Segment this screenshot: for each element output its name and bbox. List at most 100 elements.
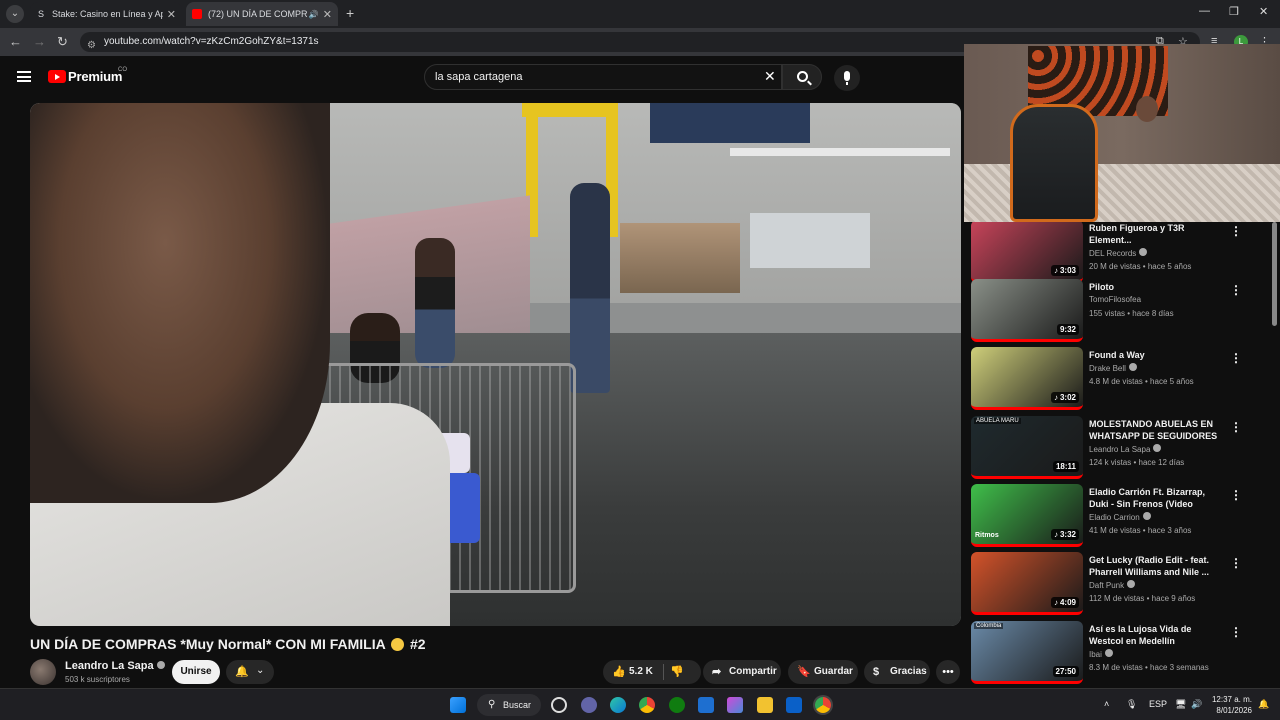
recommendation-title[interactable]: Ruben Figueroa y T3R Element... <box>1089 222 1225 246</box>
channel-name-text[interactable]: Leandro La Sapa <box>65 660 154 672</box>
more-options-icon[interactable]: ⋮ <box>1230 224 1242 238</box>
notifications-icon[interactable]: 🔔 <box>1258 699 1269 710</box>
channel-name[interactable]: Leandro La Sapa <box>65 660 165 672</box>
back-icon[interactable]: ← <box>9 34 22 49</box>
taskbar-search[interactable]: ⚲ Buscar <box>477 694 541 716</box>
recommendation-channel[interactable]: Daft Punk <box>1089 580 1136 590</box>
recommendation-item[interactable]: ♪ 3:02 Found a Way Drake Bell 4.8 M de vista… <box>964 347 1280 411</box>
video-thumbnail[interactable]: Ritmos ♪ 3:32 <box>971 484 1083 547</box>
copilot-icon[interactable] <box>727 697 743 713</box>
recommendation-title[interactable]: Eladio Carrión Ft. Bizarrap, Duki - Sin … <box>1089 486 1225 510</box>
channel-text[interactable]: Daft Punk <box>1089 581 1124 590</box>
channel-avatar[interactable] <box>30 659 56 685</box>
thanks-button[interactable]: $ Gracias <box>864 660 930 684</box>
channel-text[interactable]: Eladio Carrion <box>1089 513 1140 522</box>
recommendation-item[interactable]: ♪ 3:03 Ruben Figueroa y T3R Element... DEL … <box>964 222 1280 284</box>
video-player[interactable] <box>30 103 961 626</box>
recommendation-channel[interactable]: Drake Bell <box>1089 363 1137 373</box>
file-explorer-icon[interactable] <box>757 697 773 713</box>
recommendation-title[interactable]: Found a Way <box>1089 349 1225 361</box>
forward-icon[interactable]: → <box>33 34 46 49</box>
channel-text[interactable]: Ibai <box>1089 650 1102 659</box>
volume-icon[interactable]: 🔊 <box>1191 699 1202 710</box>
video-thumbnail[interactable]: Colombia 27:50 <box>971 621 1083 684</box>
share-button[interactable]: ➦ Compartir <box>703 660 781 684</box>
channel-text[interactable]: Leandro La Sapa <box>1089 445 1150 454</box>
store-icon[interactable] <box>786 697 802 713</box>
video-thumbnail[interactable]: ABUELA MARU 18:11 <box>971 416 1083 479</box>
windows-start-icon[interactable] <box>450 697 466 713</box>
sidebar-scrollbar[interactable] <box>1272 222 1277 326</box>
tray-chevron-up-icon[interactable]: ˄ <box>1104 699 1109 709</box>
search-input[interactable]: la sapa cartagena <box>424 64 782 90</box>
channel-text[interactable]: DEL Records <box>1089 249 1136 258</box>
tab-stake[interactable]: S Stake: Casino en Línea y Apues ✕ <box>30 2 182 26</box>
task-view-icon[interactable] <box>551 697 567 713</box>
recommendation-channel[interactable]: DEL Records <box>1089 248 1148 258</box>
network-icon[interactable]: 🖥 <box>1175 699 1186 710</box>
recommendation-item[interactable]: 9:32 Piloto TomoFilosofea 155 vistas • hace… <box>964 279 1280 343</box>
edge-icon[interactable] <box>610 697 626 713</box>
more-options-icon[interactable]: ⋮ <box>1230 420 1242 434</box>
more-options-icon[interactable]: ⋮ <box>1230 283 1242 297</box>
audio-icon[interactable]: 🔊 <box>309 10 319 19</box>
save-button[interactable]: 🔖 Guardar <box>788 660 858 684</box>
recommendation-title[interactable]: MOLESTANDO ABUELAS EN WHATSAPP DE SEGUID… <box>1089 418 1225 442</box>
thumbs-down-icon[interactable]: 👎 <box>670 660 684 684</box>
recommendation-channel[interactable]: TomoFilosofea <box>1089 295 1141 304</box>
clear-search-icon[interactable]: ✕ <box>764 68 776 85</box>
recommendation-title[interactable]: Get Lucky (Radio Edit - feat. Pharrell W… <box>1089 554 1225 578</box>
notification-bell-button[interactable]: 🔔 ⌄ <box>226 660 274 684</box>
windows-taskbar: ⚲ Buscar ˄ 🎙 ESP 🖥 🔊 12:37 a. m. 8/01/20… <box>0 688 1280 720</box>
recommendation-item[interactable]: Colombia 27:50 Así es la Lujosa Vida de We… <box>964 621 1280 685</box>
hamburger-menu-icon[interactable] <box>17 71 31 82</box>
restore-icon[interactable]: ❐ <box>1229 5 1239 18</box>
recommendation-channel[interactable]: Ibai <box>1089 649 1113 659</box>
photos-icon[interactable] <box>698 697 714 713</box>
recommendation-channel[interactable]: Eladio Carrion <box>1089 512 1151 522</box>
reload-icon[interactable]: ↻ <box>57 34 68 50</box>
chrome-active-icon[interactable] <box>815 697 831 713</box>
video-thumbnail[interactable]: 9:32 <box>971 279 1083 342</box>
new-tab-button[interactable]: + <box>346 5 354 21</box>
more-options-icon[interactable]: ⋮ <box>1230 488 1242 502</box>
like-button[interactable]: 👍 5.2 K <box>603 660 701 684</box>
clock-time: 12:37 a. m. <box>1211 695 1252 704</box>
more-options-icon[interactable]: ⋮ <box>1230 351 1242 365</box>
video-thumbnail[interactable]: ♪ 3:02 <box>971 347 1083 410</box>
tab-search-icon[interactable]: ⌄ <box>6 5 24 23</box>
recommendation-channel[interactable]: Leandro La Sapa <box>1089 444 1162 454</box>
more-options-icon[interactable]: ⋮ <box>1230 625 1242 639</box>
xbox-icon[interactable] <box>669 697 685 713</box>
chrome-icon[interactable] <box>639 697 655 713</box>
recommendation-title[interactable]: Piloto <box>1089 281 1225 293</box>
video-thumbnail[interactable]: ♪ 4:09 <box>971 552 1083 615</box>
more-options-icon[interactable]: ⋮ <box>1230 556 1242 570</box>
system-clock[interactable]: 12:37 a. m. 8/01/2026 <box>1206 694 1252 716</box>
teams-icon[interactable] <box>581 697 597 713</box>
site-info-icon[interactable]: ⚙ <box>87 36 96 56</box>
video-title-hashtag[interactable]: #2 <box>410 636 426 652</box>
recommendation-item[interactable]: ABUELA MARU 18:11 MOLESTANDO ABUELAS EN WH… <box>964 416 1280 480</box>
recommendation-item[interactable]: ♪ 4:09 Get Lucky (Radio Edit - feat. Pharr… <box>964 552 1280 616</box>
tab-title: (72) UN DÍA DE COMPRAS <box>208 9 307 19</box>
tray-mic-icon[interactable]: 🎙 <box>1126 699 1137 710</box>
recommendation-meta: 8.3 M de vistas • hace 3 semanas <box>1089 663 1209 672</box>
youtube-logo-icon[interactable] <box>48 70 66 83</box>
channel-text[interactable]: Drake Bell <box>1089 364 1126 373</box>
video-thumbnail[interactable]: ♪ 3:03 <box>971 222 1083 283</box>
channel-text[interactable]: TomoFilosofea <box>1089 295 1141 304</box>
more-actions-button[interactable]: ••• <box>936 660 960 684</box>
language-indicator[interactable]: ESP <box>1149 699 1167 709</box>
tab-close-icon[interactable]: ✕ <box>323 8 332 21</box>
tab-youtube[interactable]: (72) UN DÍA DE COMPRAS 🔊 ✕ <box>186 2 338 26</box>
voice-search-button[interactable] <box>834 65 860 91</box>
logo-text[interactable]: Premium <box>68 69 122 84</box>
close-window-icon[interactable]: ✕ <box>1259 5 1268 18</box>
tab-close-icon[interactable]: ✕ <box>167 8 176 21</box>
search-button[interactable] <box>782 64 822 90</box>
recommendation-item[interactable]: Ritmos ♪ 3:32 Eladio Carrión Ft. Bizarrap, … <box>964 484 1280 548</box>
recommendation-title[interactable]: Así es la Lujosa Vida de Westcol en Mede… <box>1089 623 1225 647</box>
minimize-icon[interactable]: — <box>1199 5 1210 17</box>
join-button[interactable]: Unirse <box>172 660 220 684</box>
